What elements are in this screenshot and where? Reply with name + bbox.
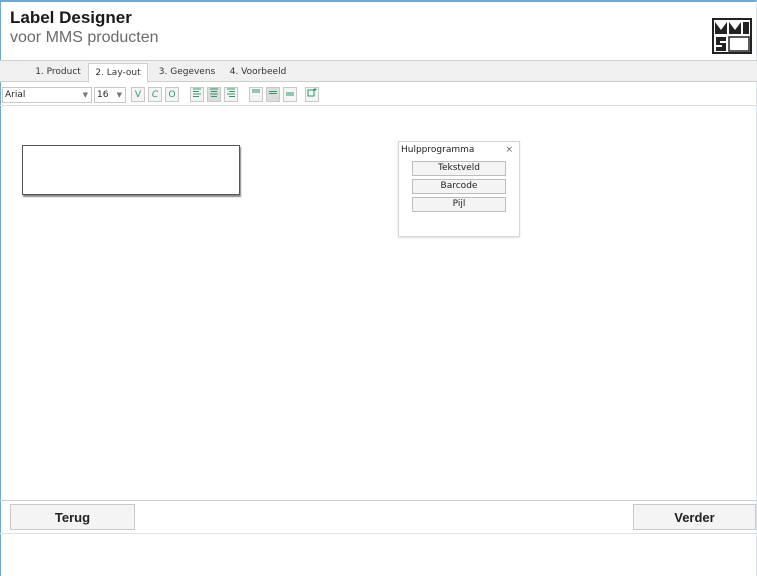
footer-divider — [0, 500, 757, 501]
design-canvas[interactable]: Hulpprogramma × Tekstveld Barcode Pijl — [0, 107, 757, 500]
tab-layout[interactable]: 2. Lay-out — [88, 63, 148, 83]
tool-panel-title: Hulpprogramma — [401, 145, 475, 155]
align-right-icon — [227, 88, 235, 97]
chevron-down-icon: ▼ — [116, 91, 122, 99]
app-header: Label Designer voor MMS producten — [10, 8, 159, 48]
tab-voorbeeld[interactable]: 4. Voorbeeld — [224, 63, 292, 81]
tool-panel: Hulpprogramma × Tekstveld Barcode Pijl — [398, 141, 520, 237]
label-preview[interactable] — [22, 145, 240, 195]
add-textfield-button[interactable]: Tekstveld — [412, 161, 506, 176]
app-subtitle: voor MMS producten — [10, 29, 159, 46]
outline-button[interactable]: O — [165, 87, 179, 102]
valign-bottom-icon — [286, 92, 294, 96]
chevron-down-icon: ▼ — [82, 91, 88, 99]
italic-button[interactable]: C — [148, 87, 162, 102]
tool-panel-header[interactable]: Hulpprogramma × — [399, 142, 519, 158]
align-center-button[interactable] — [207, 87, 221, 102]
valign-middle-button[interactable] — [266, 87, 280, 102]
tab-product[interactable]: 1. Product — [30, 63, 86, 81]
valign-bottom-button[interactable] — [283, 87, 297, 102]
frame-button[interactable] — [305, 87, 319, 102]
font-select-value: Arial — [5, 90, 26, 100]
frame-icon — [307, 88, 317, 97]
bold-button[interactable]: V — [131, 87, 145, 102]
add-barcode-button[interactable]: Barcode — [412, 179, 506, 194]
size-select[interactable]: 16 ▼ — [94, 87, 126, 103]
align-right-button[interactable] — [224, 87, 238, 102]
align-left-icon — [193, 88, 201, 97]
font-select[interactable]: Arial ▼ — [2, 87, 92, 103]
tab-gegevens[interactable]: 3. Gegevens — [152, 63, 222, 81]
close-icon[interactable]: × — [505, 142, 513, 158]
valign-middle-icon — [269, 91, 277, 94]
valign-top-button[interactable] — [249, 87, 263, 102]
footer-divider-bottom — [0, 533, 757, 534]
valign-top-icon — [252, 89, 260, 93]
step-tabs: 1. Product 2. Lay-out 3. Gegevens 4. Voo… — [0, 60, 757, 83]
add-arrow-button[interactable]: Pijl — [412, 197, 506, 212]
back-button[interactable]: Terug — [10, 504, 135, 530]
size-select-value: 16 — [97, 90, 109, 100]
mms-logo-icon — [712, 18, 752, 54]
align-left-button[interactable] — [190, 87, 204, 102]
app-title: Label Designer — [10, 8, 132, 27]
next-button[interactable]: Verder — [633, 504, 756, 530]
align-center-icon — [210, 88, 218, 97]
format-toolbar: Arial ▼ 16 ▼ V C O — [0, 84, 757, 106]
